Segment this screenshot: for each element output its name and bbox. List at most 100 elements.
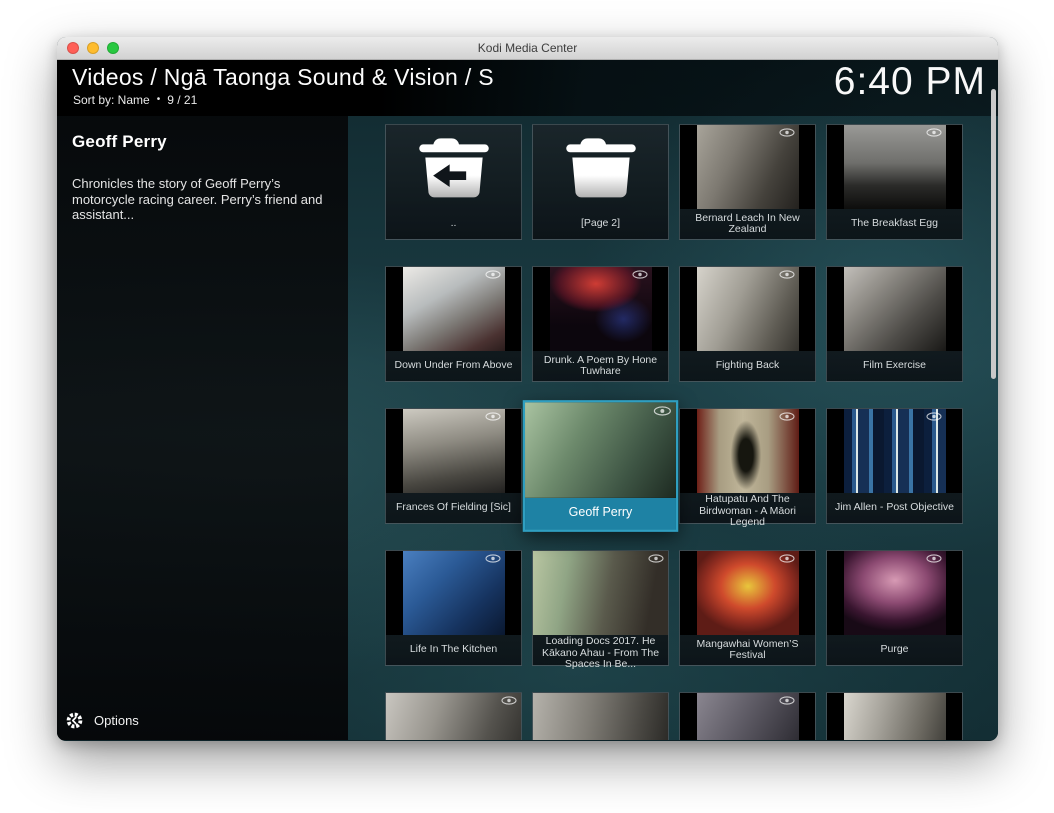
grid-cell[interactable]: The Breakfast Egg [826,124,963,240]
zoom-window-button[interactable] [107,42,119,54]
watermark-eye-icon [779,554,795,563]
selected-item-description: Chronicles the story of Geoff Perry’s mo… [72,176,334,223]
grid-cell[interactable] [826,692,963,740]
grid-cell[interactable]: Mangawhai Women’S Festival [679,550,816,666]
watermark-eye-icon [779,270,795,279]
watermark-eye-icon [485,554,501,563]
thumbnail [403,267,505,351]
grid-cell[interactable]: Drunk. A Poem By Hone Tuwhare [532,266,669,382]
item-label: Film Exercise [827,351,962,381]
thumbnail-area [680,693,815,740]
watermark-eye-icon [779,128,795,137]
thumbnail [697,267,799,351]
thumbnail [844,551,946,635]
clock: 6:40 PM [834,60,986,104]
grid-cell[interactable]: Bernard Leach In New Zealand [679,124,816,240]
grid-cell[interactable]: Hatupatu And The Birdwoman - A Māori Leg… [679,408,816,524]
watermark-eye-icon [926,128,942,137]
thumbnail-area [827,693,962,740]
thumbnail-area [525,402,676,497]
item-label: .. [386,209,521,239]
thumbnail-area [533,551,668,635]
item-label: Jim Allen - Post Objective [827,493,962,523]
thumbnail-area [533,267,668,351]
watermark-eye-icon [653,406,671,416]
thumbnail [844,409,946,493]
header-bar: Videos / Ngā Taonga Sound & Vision / S S… [57,60,998,116]
grid-cell[interactable]: Film Exercise [826,266,963,382]
thumbnail [844,125,946,209]
thumbnail [697,551,799,635]
traffic-lights [67,42,119,54]
thumbnail-area [827,409,962,493]
thumbnail [697,125,799,209]
macos-titlebar[interactable]: Kodi Media Center [57,37,998,60]
thumbnail [550,267,652,351]
watermark-eye-icon [485,412,501,421]
grid-cell[interactable] [532,692,669,740]
thumbnail [386,693,521,740]
thumbnail-area [827,551,962,635]
thumbnail-area [680,267,815,351]
grid-cell[interactable]: Fighting Back [679,266,816,382]
item-label: Fighting Back [680,351,815,381]
watermark-eye-icon [485,270,501,279]
grid-cell[interactable]: Geoff Perry [523,400,678,532]
grid-cell[interactable]: Jim Allen - Post Objective [826,408,963,524]
grid-cell[interactable]: Down Under From Above [385,266,522,382]
sort-status: Sort by: Name • 9 / 21 [73,93,197,107]
item-label: Hatupatu And The Birdwoman - A Māori Leg… [680,493,815,530]
info-panel: Geoff Perry Chronicles the story of Geof… [57,60,348,740]
item-label: Geoff Perry [525,498,676,530]
thumbnail-area [680,125,815,209]
grid-cell[interactable]: Purge [826,550,963,666]
minimize-window-button[interactable] [87,42,99,54]
thumbnail [844,267,946,351]
thumbnail-area [533,125,668,209]
thumbnail [844,693,946,740]
thumbnail-area [827,125,962,209]
grid-cell[interactable] [385,692,522,740]
vertical-scrollbar[interactable] [991,89,996,379]
thumbnail [533,693,668,740]
thumbnail-area [680,409,815,493]
grid-cell[interactable]: [Page 2] [532,124,669,240]
grid-cell[interactable]: Loading Docs 2017. He Kākano Ahau - From… [532,550,669,666]
options-label: Options [94,713,139,728]
app-window: Kodi Media Center Geoff Perry Chronicles… [57,37,998,741]
thumbnail-area [533,693,668,740]
item-label: Bernard Leach In New Zealand [680,209,815,239]
item-label: [Page 2] [533,209,668,239]
thumbnail-area [827,267,962,351]
watermark-eye-icon [501,696,517,705]
folder-icon [559,134,643,200]
watermark-eye-icon [779,696,795,705]
thumbnail [697,409,799,493]
item-label: Frances Of Fielding [Sic] [386,493,521,523]
item-label: Drunk. A Poem By Hone Tuwhare [533,351,668,381]
thumbnail-area [386,267,521,351]
thumbnail [403,551,505,635]
grid-cell[interactable]: Frances Of Fielding [Sic] [385,408,522,524]
sort-by-label[interactable]: Sort by: Name [73,93,150,107]
watermark-eye-icon [779,412,795,421]
thumbnail-area [680,551,815,635]
item-label: Purge [827,635,962,665]
window-title: Kodi Media Center [478,41,577,55]
breadcrumb: Videos / Ngā Taonga Sound & Vision / S [72,64,494,91]
grid-cell[interactable]: Life In The Kitchen [385,550,522,666]
item-label: Down Under From Above [386,351,521,381]
bullet-separator: • [157,94,161,105]
grid-cell[interactable] [679,692,816,740]
thumbnail [697,693,799,740]
kodi-content: Geoff Perry Chronicles the story of Geof… [57,60,998,740]
options-gear-icon [66,712,83,729]
watermark-eye-icon [926,554,942,563]
folder-icon [412,134,496,200]
close-window-button[interactable] [67,42,79,54]
thumbnail [403,409,505,493]
options-button[interactable]: Options [66,712,139,729]
thumbnail-area [386,125,521,209]
watermark-eye-icon [632,270,648,279]
grid-cell[interactable]: .. [385,124,522,240]
